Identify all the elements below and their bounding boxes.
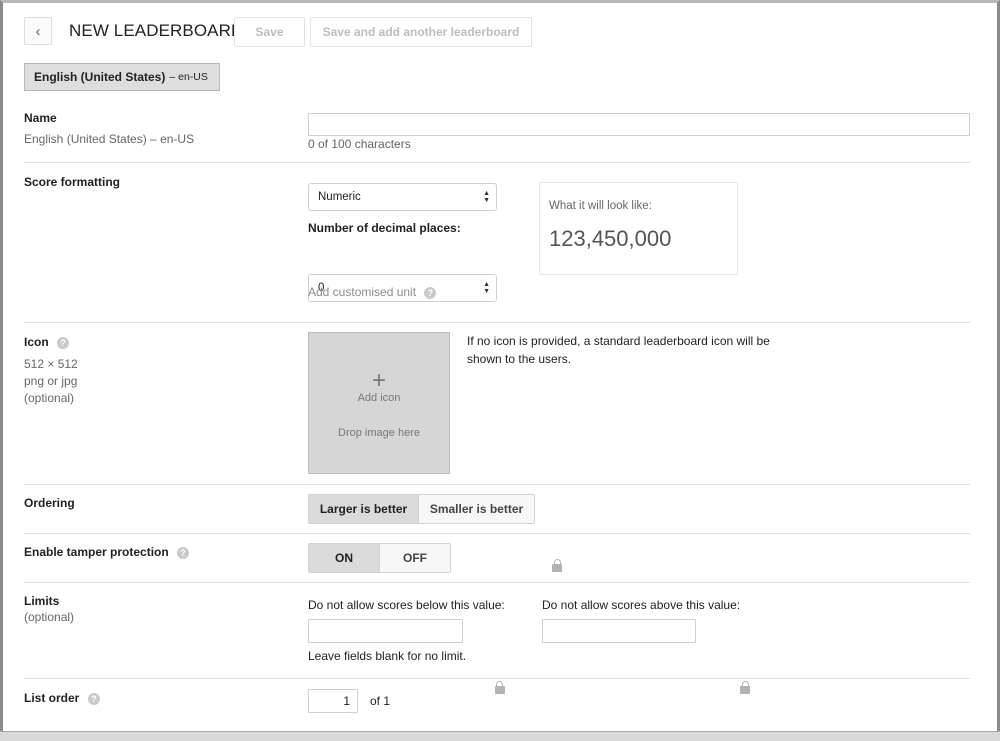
tamper-on-button[interactable]: ON [309, 544, 380, 572]
icon-size-label: 512 × 512 [24, 357, 78, 371]
save-and-add-another-button[interactable]: Save and add another leaderboard [310, 17, 532, 47]
tamper-off-button[interactable]: OFF [380, 544, 450, 572]
icon-label: Icon ? [24, 335, 70, 349]
preview-label: What it will look like: [549, 200, 652, 212]
window-frame [0, 0, 1000, 741]
list-order-input[interactable]: 1 [308, 689, 358, 713]
ordering-label: Ordering [24, 496, 75, 510]
name-char-counter: 0 of 100 characters [308, 137, 411, 151]
larger-is-better-button[interactable]: Larger is better [309, 495, 419, 523]
score-formatting-label: Score formatting [24, 175, 121, 189]
icon-dropzone[interactable]: + Add icon Drop image here [308, 332, 450, 474]
add-icon-label: Add icon [357, 392, 401, 404]
limits-label: Limits [24, 594, 60, 608]
icon-note: If no icon is provided, a standard leade… [467, 334, 770, 366]
help-icon[interactable]: ? [87, 692, 100, 705]
language-code: – en-US [169, 71, 208, 83]
chevron-left-icon: ‹ [35, 22, 41, 40]
ordering-toggle: Larger is better Smaller is better [308, 494, 535, 524]
name-label: Name [24, 111, 57, 125]
help-icon[interactable]: ? [177, 546, 190, 559]
divider [24, 162, 970, 163]
help-icon[interactable]: ? [57, 336, 70, 349]
name-input[interactable] [308, 113, 970, 136]
help-icon[interactable]: ? [424, 286, 437, 299]
icon-optional-label: (optional) [24, 391, 75, 405]
add-customised-unit-link[interactable]: Add customised unit ? [308, 284, 437, 301]
lock-icon [552, 559, 562, 572]
select-arrows-icon: ▲ ▼ [483, 281, 490, 295]
page-title: NEW LEADERBOARD [69, 21, 244, 40]
score-format-select[interactable]: Numeric ▲ ▼ [308, 183, 497, 211]
min-score-label: Do not allow scores below this value: [308, 598, 505, 612]
divider [24, 484, 970, 485]
bottom-scroll-strip [0, 731, 1000, 741]
divider [24, 678, 970, 679]
divider [24, 322, 970, 323]
name-locale-label: English (United States) – en-US [24, 132, 195, 146]
list-order-label: List order ? [24, 691, 100, 705]
lock-icon [494, 681, 505, 694]
decimal-places-label: Number of decimal places: [308, 221, 461, 235]
score-preview-box: What it will look like: 123,450,000 [539, 182, 738, 275]
list-order-total: of 1 [370, 694, 391, 708]
max-score-input[interactable] [542, 619, 696, 643]
limits-hint: Leave fields blank for no limit. [308, 649, 467, 663]
drop-image-label: Drop image here [338, 427, 420, 439]
divider [24, 582, 970, 583]
smaller-is-better-button[interactable]: Smaller is better [419, 495, 534, 523]
select-arrows-icon: ▲ ▼ [483, 190, 490, 204]
back-button[interactable]: ‹ [24, 17, 52, 45]
preview-value: 123,450,000 [549, 226, 672, 251]
max-score-label: Do not allow scores above this value: [542, 598, 741, 612]
language-tab[interactable]: English (United States) – en-US [24, 63, 220, 91]
divider [24, 533, 970, 534]
tamper-protection-label: Enable tamper protection ? [24, 545, 190, 559]
language-name: English (United States) [34, 70, 166, 84]
tamper-protection-toggle: ON OFF [308, 543, 451, 573]
icon-format-label: png or jpg [24, 374, 78, 388]
min-score-input[interactable] [308, 619, 463, 643]
save-button[interactable]: Save [234, 17, 305, 47]
plus-icon: + [371, 367, 386, 394]
lock-icon [740, 681, 751, 694]
limits-optional-label: (optional) [24, 610, 75, 624]
